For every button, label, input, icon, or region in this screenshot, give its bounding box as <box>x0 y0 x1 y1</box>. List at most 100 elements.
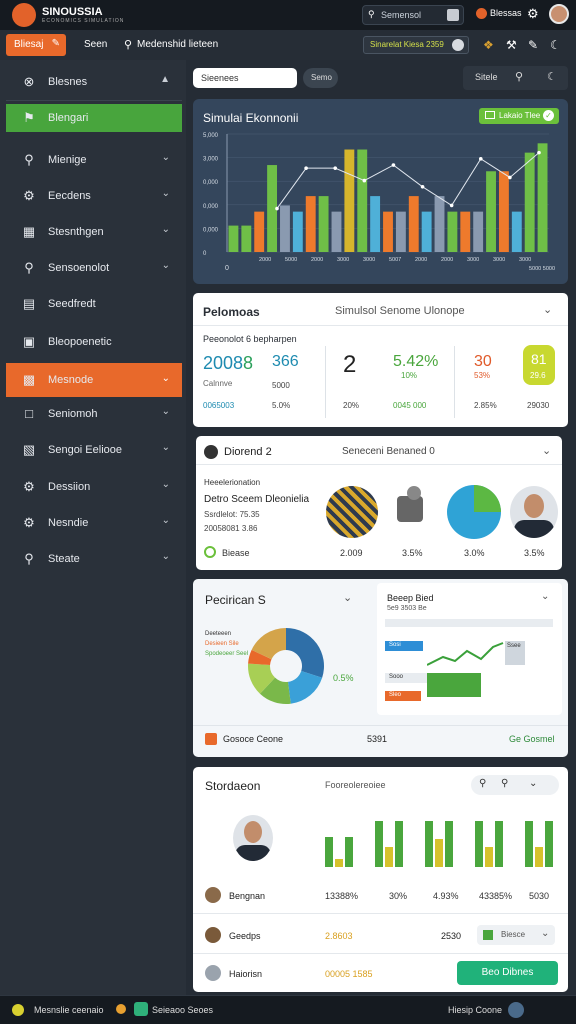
row-avatar <box>205 927 221 943</box>
sidebar-item-dessiion[interactable]: ⚙ Dessiion ⌄ <box>6 471 182 503</box>
divider <box>454 346 455 418</box>
distribution-card-title: Pecirican S <box>205 593 266 607</box>
sidebar-item-seedfredt[interactable]: ▤ Seedfredt <box>6 288 182 320</box>
gear-icon: ⚙ <box>23 188 35 203</box>
mini-bar <box>335 859 343 867</box>
status-pill-text: Sinarelat Kiesa 2359 <box>370 40 444 49</box>
stat-foot: 0065003 <box>203 401 235 410</box>
wrench-icon[interactable]: ⚒ <box>506 38 517 52</box>
chevron-down-icon[interactable]: ⌄ <box>343 591 352 604</box>
sidebar-item-bleopoenetic[interactable]: ▣ Bleopoenetic <box>6 326 182 358</box>
distribution-button-label[interactable]: Gosoce Ceone <box>223 734 283 744</box>
tab-seen[interactable]: Seen <box>84 39 107 50</box>
mini-bar <box>485 847 493 867</box>
top-link-label: Blessas <box>490 8 522 18</box>
x-tick-label: 5000 5000 <box>529 266 555 272</box>
sidebar-item-eecdens[interactable]: ⚙ Eecdens ⌄ <box>6 180 182 212</box>
sidebar-item-label: Steate <box>48 553 80 565</box>
app-logo[interactable] <box>12 3 36 27</box>
stat-sub: 10% <box>401 371 418 380</box>
chevron-down-icon[interactable]: ⌄ <box>543 303 552 316</box>
sidebar-item-seniomoh[interactable]: □ Seniomoh ⌄ <box>6 398 182 430</box>
row-name[interactable]: Geedps <box>229 931 261 941</box>
semo-button[interactable]: Semo <box>303 68 338 88</box>
chart-line-point <box>420 184 425 189</box>
sidebar-item-nesndie[interactable]: ⚙ Nesndie ⌄ <box>6 507 182 539</box>
row-tag[interactable]: Biesce ⌄ <box>477 925 555 945</box>
main-search-input[interactable]: Sieenees <box>193 68 297 88</box>
sidebar: ⊗ Blesnes ▲ ⚑ Blengari ⚲ Mienige ⌄ ⚙ Eec… <box>0 60 186 995</box>
stat-value: 2 <box>343 351 357 378</box>
sidebar-item-label: Nesndie <box>48 517 89 529</box>
cta-button[interactable]: Beo Dibnes <box>457 961 558 985</box>
row-avatar <box>205 887 221 903</box>
sidebar-item-label: Mesnode <box>48 374 94 386</box>
tool-label[interactable]: Sitele <box>475 72 498 82</box>
tab-medenshid[interactable]: Medenshid lieteen <box>137 39 218 50</box>
sidebar-item-stesnthgen[interactable]: ▦ Stesnthgen ⌄ <box>6 216 182 248</box>
gear-icon: ⚙ <box>23 515 35 530</box>
chart-bar <box>318 196 329 252</box>
divider <box>193 953 568 954</box>
chevron-down-icon[interactable]: ⌄ <box>529 778 537 789</box>
stat-sub: Calnnve <box>203 379 233 388</box>
brush-icon[interactable]: ✎ <box>528 38 538 52</box>
x-tick-label: 3000 <box>337 257 349 263</box>
help-icon[interactable] <box>508 1002 524 1018</box>
row-name[interactable]: Haiorisn <box>229 969 262 979</box>
sidebar-item-blesnes[interactable]: ⊗ Blesnes ▲ <box>6 66 182 98</box>
mini-chart-subtitle: 5e9 3503 Be <box>387 605 427 612</box>
sidebar-item-blengari[interactable]: ⚑ Blengari <box>6 104 182 132</box>
sidebar-item-label: Bleopoenetic <box>48 336 112 348</box>
chart-bar <box>460 211 471 252</box>
sidebar-item-label: Sengoi Eeliooe <box>48 444 123 456</box>
x-origin-label: 0 <box>225 265 229 272</box>
search-icon: ⚲ <box>24 152 34 167</box>
chart-bar <box>421 211 432 252</box>
settings-gear-icon[interactable]: ⚙ <box>527 6 539 22</box>
row-name[interactable]: Bengnan <box>229 891 265 901</box>
profile-button-label[interactable]: Biease <box>222 548 250 558</box>
chart-bar <box>537 143 548 252</box>
user-avatar[interactable] <box>549 4 569 24</box>
sidebar-item-label: Seedfredt <box>48 298 96 310</box>
search-icon[interactable]: ⚲ <box>501 778 508 789</box>
distribution-link[interactable]: Ge Gosmel <box>509 734 555 744</box>
qr-code-icon[interactable] <box>447 9 459 21</box>
footer-right-text[interactable]: Hiesip Coone <box>448 1005 502 1015</box>
distribution-total: 5391 <box>367 734 388 744</box>
export-icon[interactable] <box>205 733 217 745</box>
chevron-down-icon: ⌄ <box>161 260 170 271</box>
chart-line-point <box>391 163 396 167</box>
sidebar-item-mienige[interactable]: ⚲ Mienige ⌄ <box>6 144 182 176</box>
chevron-down-icon[interactable]: ⌄ <box>541 591 549 602</box>
book-icon: ▦ <box>22 224 36 239</box>
app-icon[interactable] <box>134 1002 148 1016</box>
thumb-value: 3.5% <box>524 548 545 558</box>
active-tab-button[interactable]: Bliesaj ✎ <box>6 34 66 56</box>
x-tick-label: 2000 <box>415 257 427 263</box>
footer-middle-text[interactable]: Seieaoo Seoes <box>152 1005 213 1015</box>
sidebar-item-steate[interactable]: ⚲ Steate ⌄ <box>6 543 182 575</box>
sidebar-item-mesnode[interactable]: ▩ Mesnode ⌄ <box>6 363 182 397</box>
moon-icon[interactable]: ☾ <box>550 38 561 52</box>
top-search-input[interactable]: ⚲ Semensol <box>362 5 464 25</box>
radio-icon[interactable] <box>204 546 216 558</box>
top-link[interactable]: Blessas <box>476 8 522 19</box>
search-icon[interactable]: ⚲ <box>515 70 523 83</box>
search-icon[interactable]: ⚲ <box>479 778 486 789</box>
footer-left-text[interactable]: Mesnslie ceenaio <box>34 1005 104 1015</box>
chart-bar <box>498 171 509 252</box>
bar-chart: 5,000 3,000 0,000 0,000 0,000 0 2000 5000 2000 30… <box>203 133 555 272</box>
chart-bar <box>383 211 393 252</box>
footer-bar: Mesnslie ceenaio Seieaoo Seoes Hiesip Co… <box>0 995 576 1024</box>
moon-icon[interactable]: ☾ <box>547 70 557 83</box>
status-pill[interactable]: Sinarelat Kiesa 2359 <box>363 36 469 54</box>
puzzle-icon[interactable]: ❖ <box>483 38 494 52</box>
chevron-down-icon[interactable]: ⌄ <box>542 444 551 457</box>
mini-bar <box>385 847 393 867</box>
chart-line-point <box>478 157 483 161</box>
control-icon[interactable] <box>452 39 464 51</box>
sidebar-item-sengoi[interactable]: ▧ Sengoi Eeliooe ⌄ <box>6 434 182 466</box>
sidebar-item-sensoenolot[interactable]: ⚲ Sensoenolot ⌄ <box>6 252 182 284</box>
